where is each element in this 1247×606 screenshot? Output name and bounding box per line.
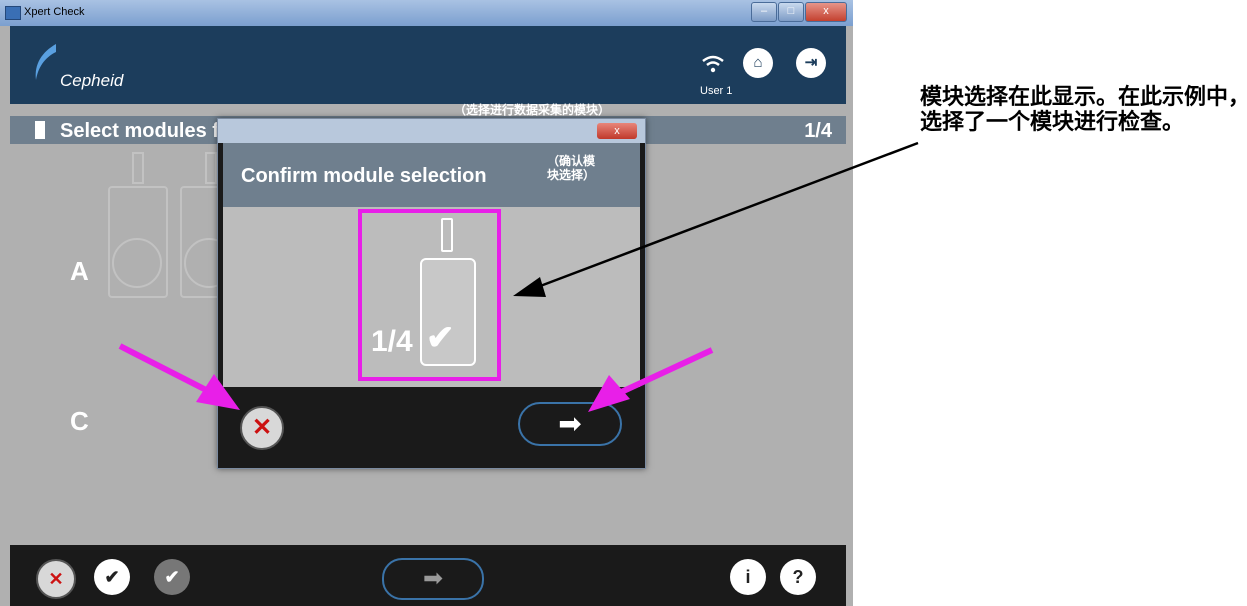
page-count: 1/4 bbox=[804, 120, 832, 142]
wifi-icon bbox=[702, 55, 724, 73]
user-label: User 1 bbox=[700, 85, 733, 97]
exit-button[interactable]: ⇥ bbox=[796, 48, 826, 78]
home-icon: ⌂ bbox=[753, 54, 763, 71]
dialog-titlebar: x bbox=[218, 119, 645, 143]
arrow-right-icon: ➡ bbox=[422, 565, 444, 592]
cancel-icon: ✕ bbox=[48, 569, 64, 589]
app-header: Cepheid User 1 ⌂ ⇥ bbox=[10, 26, 846, 104]
row-label-a: A bbox=[70, 256, 89, 286]
info-button[interactable]: i bbox=[730, 559, 766, 595]
deselect-all-button[interactable]: ✔ bbox=[154, 559, 190, 595]
select-all-icon: ✔ bbox=[104, 567, 120, 587]
module-slot bbox=[132, 152, 144, 184]
annotation-confirm: （确认模 块选择） bbox=[547, 154, 596, 182]
module-a1-circle bbox=[112, 238, 162, 288]
app-icon bbox=[5, 6, 21, 20]
minimize-button[interactable]: – bbox=[751, 2, 777, 22]
home-button[interactable]: ⌂ bbox=[743, 48, 773, 78]
logo-text: Cepheid bbox=[60, 71, 124, 90]
arrow-right-icon: ➡ bbox=[558, 408, 582, 439]
module-slot bbox=[205, 152, 217, 184]
cepheid-logo-icon bbox=[35, 44, 56, 80]
help-icon: ? bbox=[792, 567, 804, 587]
side-note: 模块选择在此显示。在此示例中，选择了一个模块进行检查。 bbox=[920, 84, 1247, 134]
window-titlebar: Xpert Check – □ x bbox=[0, 0, 853, 26]
help-button[interactable]: ? bbox=[780, 559, 816, 595]
row-label-c: C bbox=[70, 406, 89, 436]
close-button[interactable]: x bbox=[805, 2, 847, 22]
module-icon bbox=[35, 121, 45, 139]
highlight-box bbox=[358, 209, 501, 381]
cancel-icon: ✕ bbox=[251, 414, 273, 441]
select-all-button[interactable]: ✔ bbox=[94, 559, 130, 595]
app-footer: ✕ ✔ ✔ ➡ i ? bbox=[10, 545, 846, 606]
annotation-select-modules: （选择进行数据采集的模块） bbox=[454, 103, 611, 117]
exit-icon: ⇥ bbox=[804, 54, 818, 71]
next-button[interactable]: ➡ bbox=[382, 558, 484, 600]
info-icon: i bbox=[745, 567, 751, 587]
dialog-close-button[interactable]: x bbox=[597, 123, 637, 139]
cancel-button[interactable]: ✕ bbox=[36, 559, 76, 599]
dialog-next-button[interactable]: ➡ bbox=[518, 402, 622, 446]
maximize-button[interactable]: □ bbox=[778, 2, 804, 22]
deselect-all-icon: ✔ bbox=[164, 567, 180, 587]
dialog-cancel-button[interactable]: ✕ bbox=[240, 406, 284, 450]
dialog-title: Confirm module selection bbox=[241, 165, 487, 187]
window-title: Xpert Check bbox=[24, 6, 85, 18]
